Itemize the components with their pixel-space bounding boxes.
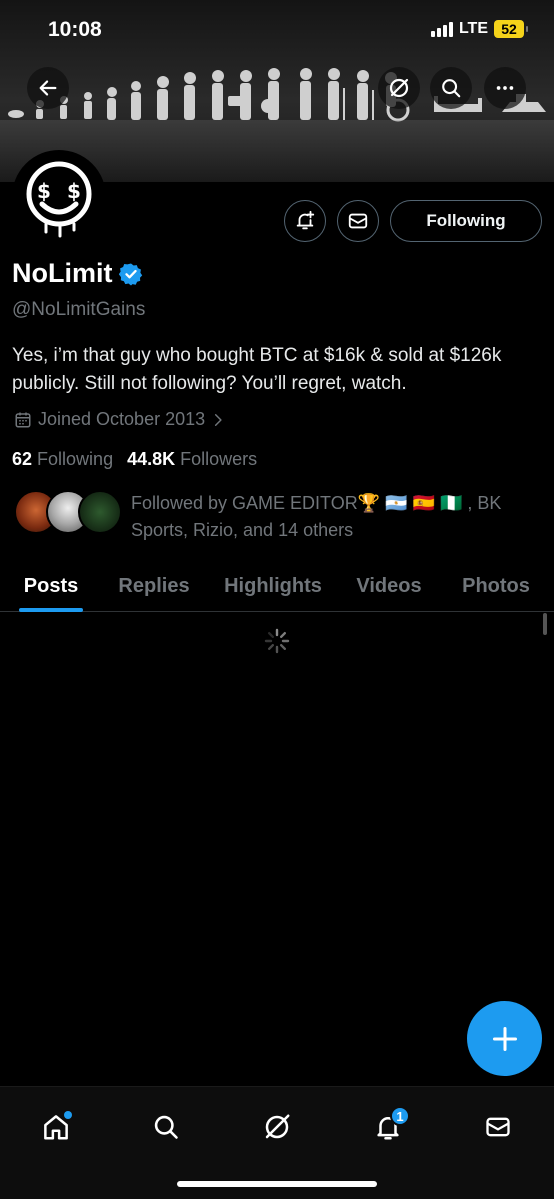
nav-search[interactable]: [144, 1105, 188, 1149]
profile-name-row: NoLimit: [12, 258, 143, 289]
search-icon: [154, 1115, 178, 1139]
following-label: Following: [37, 449, 114, 469]
status-bar: 10:08 LTE 52: [0, 0, 554, 62]
back-arrow-icon: [39, 80, 57, 96]
mail-icon: [486, 1117, 510, 1137]
followed-by-text: Followed by GAME EDITOR🏆 🇦🇷 🇪🇸 🇳🇬 , BK S…: [131, 493, 502, 540]
tab-highlights[interactable]: Highlights: [206, 560, 340, 612]
search-icon: [442, 79, 461, 98]
notification-badge: 1: [390, 1106, 410, 1126]
following-stat[interactable]: 62 Following: [12, 449, 113, 470]
search-button[interactable]: [430, 67, 472, 109]
mail-icon: [348, 213, 368, 229]
followers-count: 44.8K: [127, 449, 176, 469]
svg-text:$: $: [37, 179, 51, 203]
bell-plus-icon: [296, 210, 315, 230]
scrollbar[interactable]: [543, 613, 547, 635]
battery-indicator: 52: [494, 20, 528, 38]
status-time: 10:08: [48, 18, 102, 41]
dollar-smiley-logo: $ $: [18, 156, 100, 238]
joined-text: Joined October 2013: [38, 409, 206, 429]
grok-icon: [265, 1114, 290, 1139]
signal-icon: [430, 21, 453, 37]
plus-icon: [492, 1026, 517, 1051]
joined-date: Joined October 2013: [14, 409, 225, 430]
loading-spinner-icon: [264, 628, 290, 654]
home-new-dot: [64, 1111, 72, 1119]
verified-badge-icon[interactable]: [118, 262, 143, 286]
nav-home[interactable]: [34, 1105, 78, 1149]
message-button[interactable]: [337, 200, 379, 242]
follow-stats: 62 Following 44.8K Followers: [12, 449, 257, 470]
network-type: LTE: [458, 20, 488, 37]
profile-tabs: Posts Replies Highlights Videos Photos: [0, 560, 554, 612]
following-count: 62: [12, 449, 33, 469]
followed-by-section[interactable]: Followed by GAME EDITOR🏆 🇦🇷 🇪🇸 🇳🇬 , BK S…: [14, 490, 501, 540]
avatar: [78, 490, 122, 534]
nav-notifications[interactable]: 1: [366, 1105, 410, 1149]
grok-icon: [389, 78, 409, 98]
nav-grok[interactable]: [255, 1105, 299, 1149]
svg-text:$: $: [67, 179, 81, 203]
grok-button[interactable]: [378, 67, 420, 109]
profile-avatar[interactable]: $ $: [12, 150, 106, 244]
nav-messages[interactable]: [476, 1105, 520, 1149]
back-button[interactable]: [27, 67, 69, 109]
chevron-right-icon[interactable]: [211, 413, 225, 427]
followers-stat[interactable]: 44.8K Followers: [127, 449, 257, 470]
tab-posts[interactable]: Posts: [0, 560, 102, 612]
home-indicator[interactable]: [177, 1181, 377, 1187]
profile-name: NoLimit: [12, 258, 113, 288]
tab-videos[interactable]: Videos: [340, 560, 438, 612]
tab-photos[interactable]: Photos: [438, 560, 554, 612]
followers-label: Followers: [180, 449, 258, 469]
profile-handle: @NoLimitGains: [12, 299, 146, 320]
profile-bio: Yes, i’m that guy who bought BTC at $16k…: [12, 345, 502, 394]
banner-evolution-illustration: [8, 68, 546, 122]
following-button[interactable]: Following: [390, 200, 542, 242]
calendar-icon: [15, 412, 31, 427]
more-icon: [496, 86, 514, 90]
tab-replies[interactable]: Replies: [102, 560, 206, 612]
compose-button[interactable]: [467, 1001, 542, 1076]
more-button[interactable]: [484, 67, 526, 109]
notify-button[interactable]: [284, 200, 326, 242]
